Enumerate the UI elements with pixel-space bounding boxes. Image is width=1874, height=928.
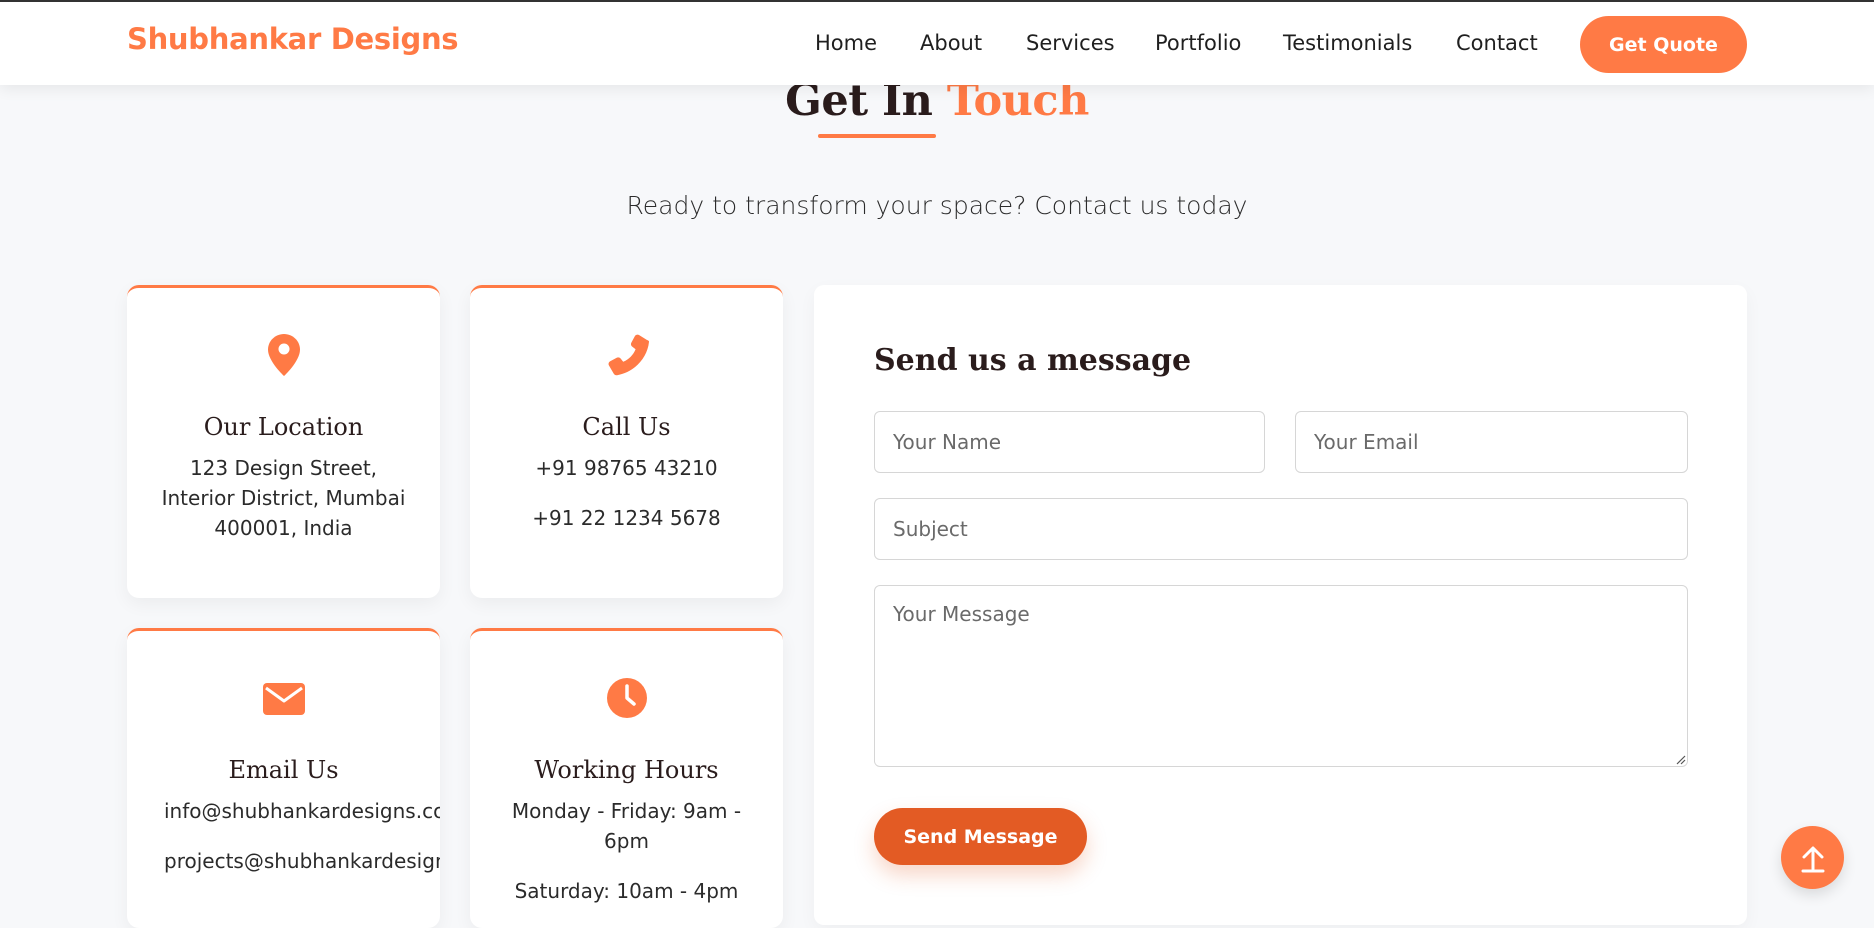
location-card: Our Location 123 Design Street, Interior… xyxy=(127,285,440,598)
get-quote-button[interactable]: Get Quote xyxy=(1580,16,1747,73)
call-title: Call Us xyxy=(582,413,671,441)
resize-grip-icon[interactable] xyxy=(1676,755,1686,765)
contact-form: Send us a message Send Message xyxy=(814,285,1747,925)
email-input[interactable] xyxy=(1295,411,1688,473)
hours-line-1: Monday - Friday: 9am - xyxy=(511,799,742,823)
form-title: Send us a message xyxy=(874,343,1192,378)
scroll-to-top-button[interactable] xyxy=(1781,826,1844,889)
subject-input[interactable] xyxy=(874,498,1688,560)
location-line-1: 123 Design Street, xyxy=(189,456,378,480)
name-input[interactable] xyxy=(874,411,1265,473)
email-card: Email Us info@shubhankardesigns.com proj… xyxy=(127,628,440,928)
call-phone-2[interactable]: +91 22 1234 5678 xyxy=(470,503,783,533)
nav-portfolio[interactable]: Portfolio xyxy=(1155,31,1241,55)
hours-card: Working Hours Monday - Friday: 9am - 6pm… xyxy=(470,628,783,928)
hours-line-2: 6pm xyxy=(604,829,649,853)
window-top-border xyxy=(0,0,1874,2)
heading-underline xyxy=(818,134,936,138)
hours-line-3: Saturday: 10am - 4pm xyxy=(514,879,739,903)
email-title: Email Us xyxy=(228,756,339,784)
envelope-icon xyxy=(127,677,440,723)
hours-title: Working Hours xyxy=(534,756,719,784)
nav-services[interactable]: Services xyxy=(1026,31,1115,55)
map-pin-icon xyxy=(127,334,440,380)
location-line-3: 400001, India xyxy=(214,516,353,540)
location-line-2: Interior District, Mumbai xyxy=(161,486,406,510)
message-textarea[interactable] xyxy=(874,585,1688,767)
location-title: Our Location xyxy=(203,413,364,441)
section-subtitle: Ready to transform your space? Contact u… xyxy=(626,191,1248,220)
nav-home[interactable]: Home xyxy=(815,31,877,55)
call-card: Call Us +91 98765 43210 +91 22 1234 5678 xyxy=(470,285,783,598)
brand-logo[interactable]: Shubhankar Designs xyxy=(127,22,459,56)
arrow-up-icon xyxy=(1801,846,1824,872)
clock-icon xyxy=(470,677,783,723)
email-address-2[interactable]: projects@shubhankardesigns.c xyxy=(164,846,440,876)
phone-icon xyxy=(470,334,783,380)
nav-contact[interactable]: Contact xyxy=(1456,31,1538,55)
call-phone-1[interactable]: +91 98765 43210 xyxy=(470,453,783,483)
email-address-1[interactable]: info@shubhankardesigns.com xyxy=(164,796,440,826)
nav-about[interactable]: About xyxy=(920,31,982,55)
navbar: Shubhankar Designs Home About Services P… xyxy=(0,2,1874,85)
nav-testimonials[interactable]: Testimonials xyxy=(1283,31,1412,55)
send-message-button[interactable]: Send Message xyxy=(874,808,1087,865)
